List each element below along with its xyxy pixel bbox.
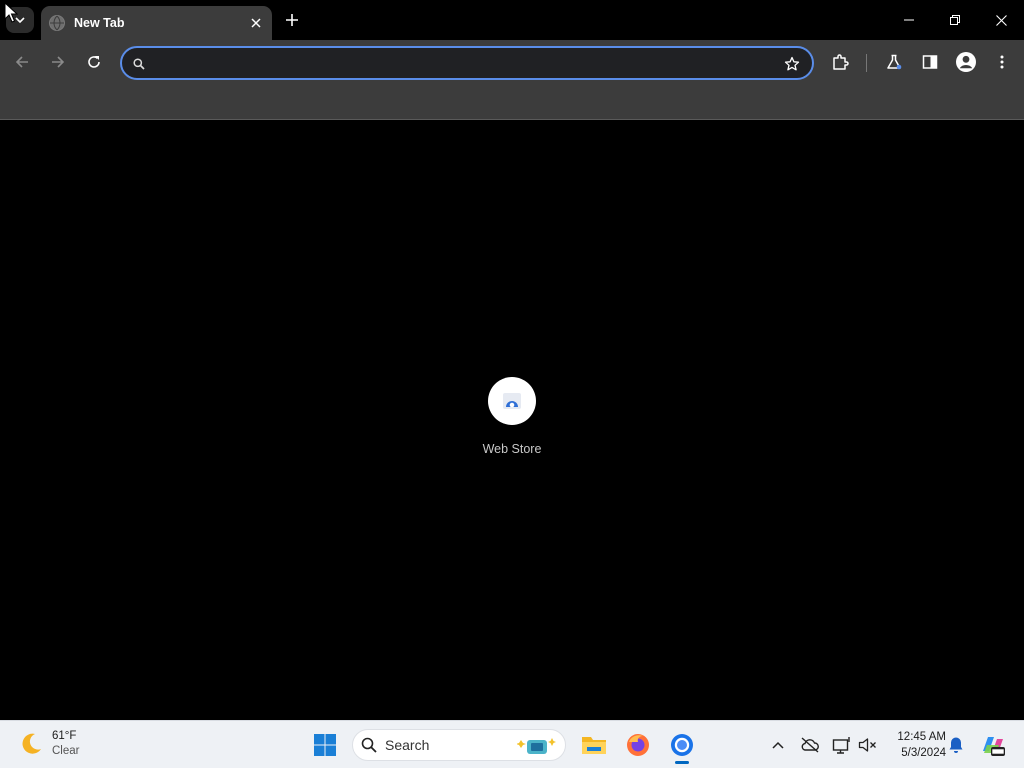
bookmarks-bar	[0, 84, 1024, 120]
shortcut-web-store[interactable]: Web Store	[472, 377, 552, 467]
tab-strip: New Tab	[0, 0, 1024, 40]
search-highlight-icon	[517, 738, 556, 754]
firefox-button[interactable]	[622, 729, 654, 761]
tab-new-tab[interactable]: New Tab	[41, 6, 272, 40]
globe-icon	[49, 15, 65, 31]
show-hidden-icons-button[interactable]	[766, 733, 790, 757]
network-icon	[832, 737, 850, 754]
active-app-indicator	[675, 761, 689, 764]
weather-temp: 61°F	[52, 730, 77, 742]
clock[interactable]: 12:45 AM 5/3/2024	[884, 729, 946, 761]
clock-time: 12:45 AM	[897, 731, 946, 743]
close-icon	[251, 18, 261, 28]
new-tab-button[interactable]	[281, 9, 303, 31]
plus-icon	[286, 14, 298, 26]
search-label: Search	[385, 737, 430, 753]
file-explorer-button[interactable]	[578, 729, 610, 761]
search-icon	[130, 55, 148, 73]
bell-icon	[949, 737, 963, 753]
side-panel-icon	[922, 55, 938, 69]
restore-icon	[950, 15, 960, 25]
taskbar: 61°F Clear Search 12:45 AM 5/3/2024	[0, 720, 1024, 768]
browser-toolbar	[0, 40, 1024, 84]
toolbar-separator	[866, 54, 867, 72]
bookmark-star-button[interactable]	[782, 54, 802, 74]
reload-icon	[88, 56, 100, 68]
windows-icon	[314, 734, 336, 756]
search-icon	[361, 737, 377, 753]
profile-button[interactable]	[952, 48, 980, 76]
notifications-button[interactable]	[944, 733, 968, 757]
weather-condition: Clear	[52, 745, 80, 757]
labs-button[interactable]	[880, 48, 908, 76]
firefox-icon	[627, 734, 649, 756]
more-vertical-icon	[1000, 55, 1004, 69]
onedrive-button[interactable]	[798, 733, 822, 757]
puzzle-icon	[833, 54, 849, 70]
weather-widget[interactable]: 61°F Clear	[18, 729, 79, 759]
avatar-icon	[956, 52, 976, 72]
new-tab-page: Web Store	[0, 121, 1024, 720]
window-close-button[interactable]	[978, 0, 1024, 40]
screen: New Tab Web Store 61°F Clear Search 12:4…	[0, 0, 1024, 768]
chrome-icon	[671, 734, 693, 756]
cloud-offline-icon	[801, 737, 819, 753]
minimize-icon	[904, 19, 914, 21]
flask-icon	[887, 54, 902, 70]
shortcut-tile	[488, 377, 536, 425]
tab-title: New Tab	[74, 16, 125, 30]
address-input[interactable]	[156, 52, 776, 74]
taskbar-search[interactable]: Search	[352, 729, 566, 761]
copilot-icon	[983, 737, 1005, 756]
back-button[interactable]	[8, 48, 36, 76]
start-button[interactable]	[309, 729, 341, 761]
network-button[interactable]	[830, 733, 854, 757]
tab-close-button[interactable]	[245, 12, 267, 34]
side-panel-button[interactable]	[916, 48, 944, 76]
copilot-button[interactable]	[978, 731, 1008, 759]
volume-button[interactable]	[856, 733, 880, 757]
restore-button[interactable]	[932, 0, 978, 40]
star-icon	[784, 56, 800, 71]
menu-button[interactable]	[988, 48, 1016, 76]
moon-icon	[22, 733, 41, 754]
forward-button[interactable]	[44, 48, 72, 76]
clock-date: 5/3/2024	[901, 747, 946, 759]
mouse-cursor-icon	[4, 2, 18, 23]
web-store-icon	[503, 393, 521, 409]
address-bar[interactable]	[120, 46, 814, 80]
shortcut-label: Web Store	[482, 442, 542, 456]
folder-icon	[582, 737, 606, 754]
reload-button[interactable]	[80, 48, 108, 76]
minimize-button[interactable]	[886, 0, 932, 40]
close-icon	[995, 14, 1007, 26]
chrome-button[interactable]	[666, 729, 698, 761]
chevron-up-icon	[772, 741, 784, 749]
volume-muted-icon	[858, 738, 876, 752]
arrow-left-icon	[15, 56, 28, 68]
arrow-right-icon	[52, 56, 65, 68]
extensions-button[interactable]	[826, 48, 854, 76]
